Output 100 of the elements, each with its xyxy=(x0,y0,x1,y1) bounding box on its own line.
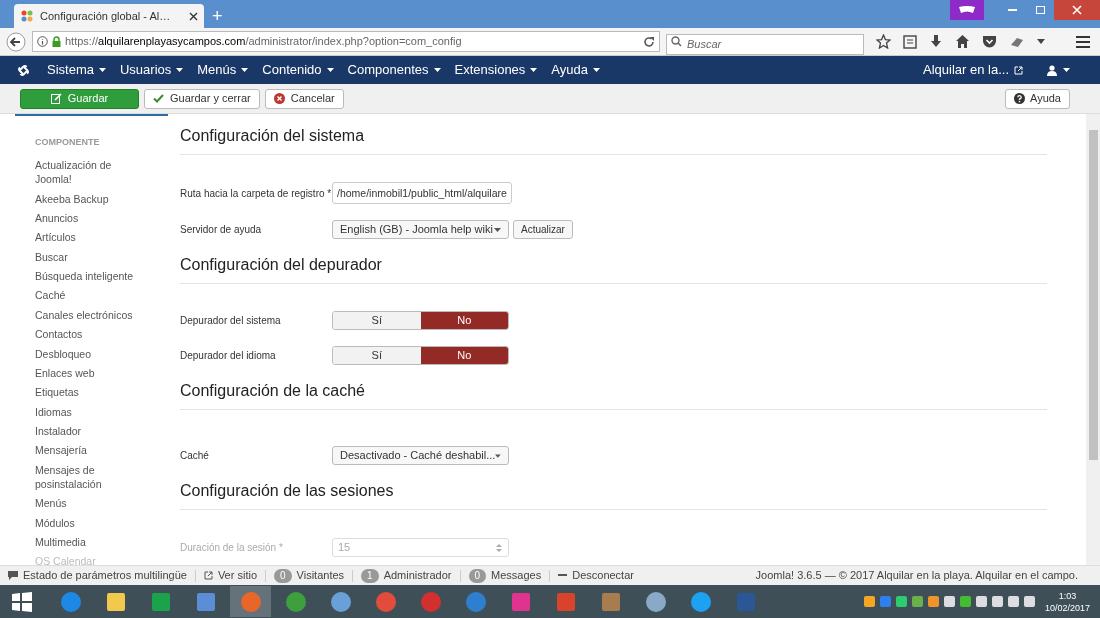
user-icon xyxy=(1047,64,1057,76)
menu-icon[interactable] xyxy=(1076,35,1090,48)
joomla-logo-icon[interactable] xyxy=(16,62,31,78)
caret-icon xyxy=(593,68,600,72)
field-label: Depurador del sistema xyxy=(180,314,282,328)
select-dropdown[interactable]: English (GB) - Joomla help wiki xyxy=(332,220,509,239)
nav-menu[interactable]: Sistema xyxy=(47,60,106,80)
toggle-option[interactable]: No xyxy=(420,312,508,329)
sidebar-item[interactable]: Anuncios xyxy=(35,208,147,228)
back-icon[interactable] xyxy=(6,31,26,52)
field-label: Ruta hacia la carpeta de registro * xyxy=(180,186,332,201)
sidebar-heading: COMPONENTE xyxy=(35,136,101,149)
tray-icon[interactable] xyxy=(943,596,955,607)
sidebar-item[interactable]: Actualización de Joomla! xyxy=(35,155,147,189)
caret-icon xyxy=(494,227,501,232)
toggle-option[interactable]: Sí xyxy=(333,347,421,364)
status-item[interactable]: Messages xyxy=(491,567,542,584)
tray-icon[interactable] xyxy=(895,596,907,607)
windows-start-icon[interactable] xyxy=(12,591,32,612)
lock-icon xyxy=(52,36,61,47)
download-icon[interactable] xyxy=(929,34,943,49)
section-title: Configuración del depurador xyxy=(180,253,1047,284)
status-item[interactable]: Ver sitio xyxy=(217,567,257,584)
sidebar-item[interactable]: Etiquetas xyxy=(35,382,147,402)
comment-icon xyxy=(8,571,18,580)
field-label: Caché xyxy=(180,449,210,463)
sidebar-item[interactable]: Módulos xyxy=(35,512,147,533)
nav-menu[interactable]: Extensiones xyxy=(454,60,538,80)
status-item[interactable]: Administrador xyxy=(383,567,452,584)
field-label: Depurador del idioma xyxy=(180,349,277,363)
sidebar-item[interactable]: Desbloqueo xyxy=(35,343,147,364)
tray-icon[interactable] xyxy=(1007,596,1019,607)
count-badge: 0 xyxy=(468,568,487,583)
toolbar-button[interactable]: Cancelar xyxy=(264,88,344,109)
pocket-icon[interactable] xyxy=(982,34,997,49)
tray-icon[interactable] xyxy=(991,596,1003,607)
sidebar-item[interactable]: Caché xyxy=(35,285,147,306)
nav-menu[interactable]: Contenido xyxy=(262,60,334,80)
clipboard-icon[interactable] xyxy=(903,34,917,49)
caret-icon xyxy=(176,68,184,72)
sidebar-item[interactable]: Multimedia xyxy=(35,532,147,552)
sidebar-item[interactable]: Idiomas xyxy=(35,402,147,422)
nav-menu[interactable]: Componentes xyxy=(347,60,441,80)
nav-menu[interactable]: Menús xyxy=(197,60,249,80)
toolbar-button[interactable]: Guardar xyxy=(20,88,139,109)
caret-icon xyxy=(495,453,501,458)
caret-icon xyxy=(326,68,334,72)
browser-tab[interactable]: Configuración global - Al… xyxy=(14,4,204,28)
text-field[interactable]: /home/inmobil1/public_html/alquilare xyxy=(332,182,512,204)
sidebar-item[interactable]: Akeeba Backup xyxy=(35,188,147,209)
sidebar-item[interactable]: Menús xyxy=(35,493,147,513)
section-title: Configuración de las sesiones xyxy=(180,479,1047,510)
count-badge: 1 xyxy=(361,568,379,583)
sidebar-item[interactable]: Instalador xyxy=(35,421,147,441)
tray-icon[interactable] xyxy=(927,596,939,607)
nav-menu[interactable]: Usuarios xyxy=(119,60,184,80)
url-field[interactable]: https://alquilarenplayasycampos.com/administrator/index.php?option=com_config xyxy=(32,31,660,52)
sidebar-item[interactable]: Canales electrónicos xyxy=(35,305,147,325)
status-item[interactable]: Estado de parámetros multilingüe xyxy=(23,567,187,584)
sidebar-item[interactable]: Mensajes de posinstalación xyxy=(35,460,147,494)
toolbar-button[interactable]: Guardar y cerrar xyxy=(144,88,260,109)
tray-icon[interactable] xyxy=(975,596,987,607)
home-icon[interactable] xyxy=(955,34,970,49)
tray-icon[interactable] xyxy=(1023,596,1035,607)
sidebar-item[interactable]: Búsqueda inteligente xyxy=(35,266,147,286)
toggle-option[interactable]: No xyxy=(420,347,508,364)
search-icon xyxy=(671,36,682,47)
close-icon xyxy=(1072,5,1082,15)
reload-icon[interactable] xyxy=(643,35,655,48)
site-link[interactable]: Alquilar en la... xyxy=(923,60,1023,80)
count-badge: 0 xyxy=(274,568,292,583)
tray-icon[interactable] xyxy=(863,596,875,607)
caret-icon[interactable] xyxy=(1037,39,1045,44)
select-dropdown[interactable]: Desactivado - Caché deshabil... xyxy=(332,446,509,465)
toggle-option[interactable]: Sí xyxy=(333,312,421,329)
help-button[interactable]: Ayuda xyxy=(1005,88,1070,109)
section-title: Configuración de la caché xyxy=(180,379,1047,410)
tray-icon[interactable] xyxy=(911,596,923,607)
url-text: https://alquilarenplayasycampos.com/administrator/index.php?option=com_config xyxy=(65,34,463,50)
tray-icon[interactable] xyxy=(959,596,971,607)
status-item[interactable]: Desconectar xyxy=(572,567,634,584)
clock[interactable]: 1:03 10/02/2017 xyxy=(1044,589,1090,614)
tab-title: Configuración global - Al… xyxy=(40,8,172,24)
cancel-icon xyxy=(273,93,285,104)
nav-menu[interactable]: Ayuda xyxy=(551,60,600,80)
status-item[interactable]: Visitantes xyxy=(296,567,345,584)
edit-icon xyxy=(50,93,62,104)
update-button[interactable]: Actualizar xyxy=(513,220,573,239)
sidebar-item[interactable]: Contactos xyxy=(35,324,147,344)
scrollbar[interactable] xyxy=(1086,114,1100,565)
search-field[interactable]: Buscar xyxy=(666,33,864,55)
sidebar-item[interactable]: Buscar xyxy=(35,247,147,267)
help-icon xyxy=(1014,93,1025,104)
star-icon[interactable] xyxy=(876,34,891,49)
sidebar-item[interactable]: Artículos xyxy=(35,227,147,247)
close-icon[interactable] xyxy=(189,11,198,21)
user-menu[interactable] xyxy=(1047,64,1070,76)
close-window-button[interactable] xyxy=(1054,0,1100,20)
sidebar-item[interactable]: Enlaces web xyxy=(35,363,147,383)
sidebar-item[interactable]: Mensajería xyxy=(35,440,147,461)
